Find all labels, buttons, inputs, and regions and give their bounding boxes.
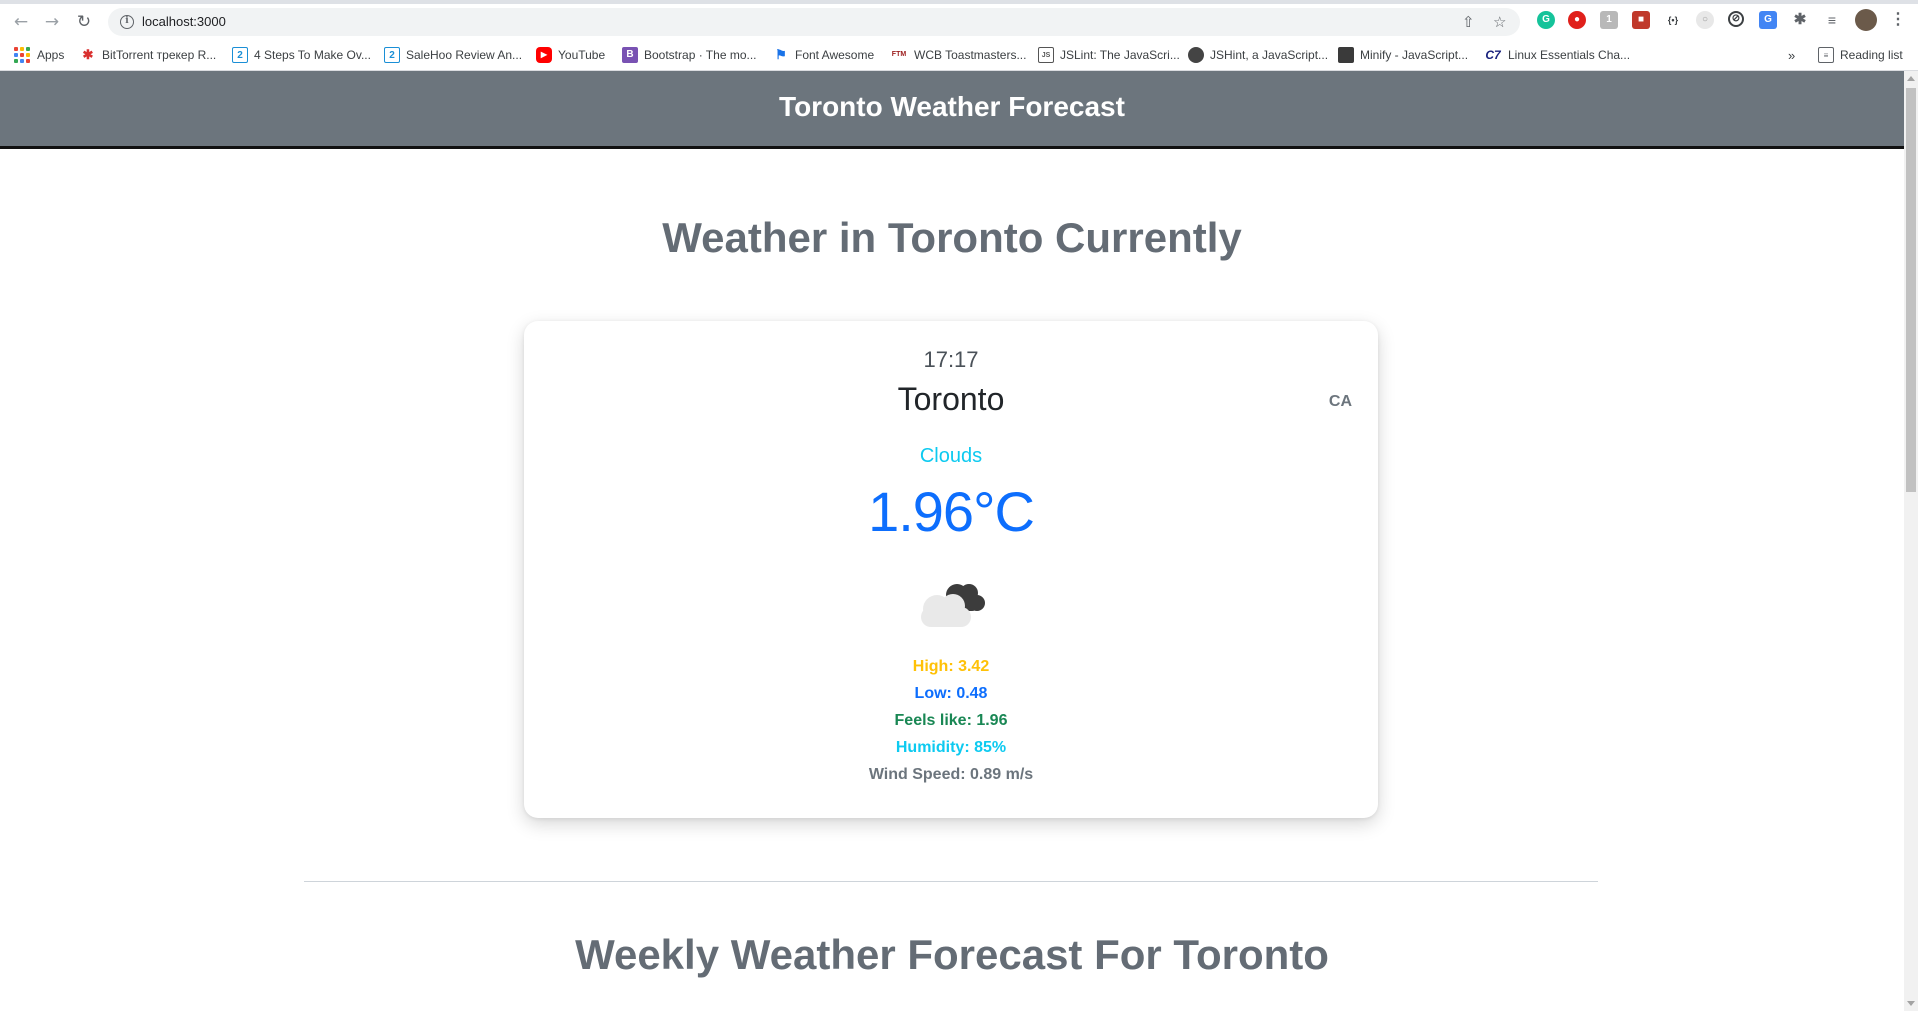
bookmark-youtube[interactable]: ▶ YouTube [536, 44, 605, 66]
current-weather-heading: Weather in Toronto Currently [662, 214, 1242, 261]
temperature: 1.96°C [868, 480, 1035, 543]
bookmark-label: 4 Steps To Make Ov... [254, 48, 371, 62]
minify-icon [1338, 47, 1354, 63]
bookmark-label: Bootstrap · The mo... [644, 48, 757, 62]
c7-icon: C7 [1485, 48, 1501, 62]
extensions-puzzle-icon[interactable]: ✱ [1791, 11, 1809, 29]
current-weather-card: 17:17 Toronto CA Clouds 1.96°C High: 3.4… [524, 321, 1378, 818]
temp-low: Low: 0.48 [914, 685, 988, 702]
bookmark-label: BitTorrent трекер R... [102, 48, 217, 62]
bookmark-label: Apps [37, 48, 65, 62]
extension-circle-icon[interactable]: ⊘ [1728, 11, 1744, 27]
extension-gray-icon[interactable]: ○ [1696, 11, 1714, 29]
more-bookmarks-button[interactable]: » [1788, 44, 1795, 66]
scroll-down-arrow-icon[interactable] [1907, 1001, 1915, 1006]
bookmark-label: JSHint, a JavaScript... [1210, 48, 1329, 62]
scrollbar-thumb[interactable] [1906, 88, 1916, 492]
bookmark-wcb[interactable]: FTM WCB Toastmasters... [890, 44, 1027, 66]
scroll-up-arrow-icon[interactable] [1907, 76, 1915, 81]
humidity: Humidity: 85% [895, 739, 1007, 756]
navbar: Toronto Weather Forecast [0, 71, 1904, 149]
extension-icon[interactable]: 1 [1600, 11, 1618, 29]
bookmark-jshint[interactable]: JSHint, a JavaScript... [1188, 44, 1328, 66]
profile-avatar[interactable] [1855, 9, 1877, 31]
adblock-icon[interactable]: ● [1568, 11, 1586, 29]
youtube-icon: ▶ [536, 47, 552, 63]
bookmark-jslint[interactable]: JS JSLint: The JavaScri... [1038, 44, 1180, 66]
bookmark-label: Font Awesome [795, 48, 875, 62]
reading-list-label: Reading list [1840, 48, 1903, 62]
bookmark-label: Linux Essentials Cha... [1508, 48, 1631, 62]
bookmark-label: SaleHoo Review An... [406, 48, 523, 62]
browser-chrome: ← → ↻ i localhost:3000 ⇧ ☆ G ● 1 ■ {•} ○… [0, 0, 1918, 71]
bookmark-minify[interactable]: Minify - JavaScript... [1338, 44, 1468, 66]
reading-list-button[interactable]: ≡ Reading list [1818, 44, 1903, 66]
bookmark-4-steps[interactable]: 2 4 Steps To Make Ov... [232, 44, 371, 66]
page-scrollbar[interactable] [1904, 71, 1918, 1011]
bootstrap-icon: B [622, 47, 638, 63]
reading-list-icon: ≡ [1818, 47, 1834, 63]
bookmark-2-icon: 2 [384, 47, 400, 63]
bittorrent-icon: ✱ [82, 47, 94, 62]
bookmark-2-icon: 2 [232, 47, 248, 63]
weekly-forecast-heading: Weekly Weather Forecast For Toronto [575, 931, 1329, 978]
flag-icon: ⚑ [775, 47, 787, 62]
extension-red-icon[interactable]: ■ [1632, 11, 1650, 29]
bookmark-bootstrap[interactable]: B Bootstrap · The mo... [622, 44, 757, 66]
bookmark-star-icon[interactable]: ☆ [1493, 13, 1506, 31]
bookmark-bittorrent[interactable]: ✱ BitTorrent трекер R... [80, 44, 217, 66]
temp-high: High: 3.42 [912, 658, 990, 675]
broken-clouds-icon [921, 584, 985, 627]
grammarly-icon[interactable]: G [1537, 11, 1555, 29]
site-info-icon[interactable]: i [120, 15, 134, 29]
feels-like: Feels like: 1.96 [894, 712, 1008, 729]
bookmark-apps[interactable]: Apps [14, 44, 64, 66]
local-time: 17:17 [923, 347, 979, 372]
bookmark-label: YouTube [558, 48, 606, 62]
back-button[interactable]: ← [9, 10, 33, 34]
ftm-icon: FTM [891, 51, 907, 58]
browser-menu-icon[interactable]: ⋮ [1889, 11, 1907, 29]
bookmark-font-awesome[interactable]: ⚑ Font Awesome [773, 44, 874, 66]
apps-grid-icon [14, 47, 30, 63]
address-bar[interactable]: i localhost:3000 ⇧ ☆ [108, 8, 1520, 36]
bookmark-label: JSLint: The JavaScri... [1060, 48, 1180, 62]
share-icon[interactable]: ⇧ [1462, 13, 1475, 31]
weather-page: Toronto Weather Forecast Weather in Toro… [0, 71, 1904, 1011]
reload-button[interactable]: ↻ [72, 10, 96, 34]
bookmark-label: Minify - JavaScript... [1360, 48, 1469, 62]
bookmark-salehoo[interactable]: 2 SaleHoo Review An... [384, 44, 522, 66]
country-code: CA [1328, 393, 1352, 410]
weather-description: Clouds [919, 445, 983, 467]
url-text[interactable]: localhost:3000 [142, 14, 226, 29]
wind-speed: Wind Speed: 0.89 m/s [868, 766, 1034, 783]
jshint-icon [1188, 47, 1204, 63]
jslint-icon: JS [1038, 47, 1054, 63]
translate-icon[interactable]: G [1759, 11, 1777, 29]
site-title: Toronto Weather Forecast [779, 91, 1125, 122]
media-controls-icon[interactable]: ≡ [1823, 11, 1841, 29]
json-viewer-icon[interactable]: {•} [1664, 11, 1682, 29]
bookmark-linux-essentials[interactable]: C7 Linux Essentials Cha... [1484, 44, 1630, 66]
city-name: Toronto [897, 381, 1005, 417]
forward-button[interactable]: → [40, 10, 64, 34]
bookmarks-bar: Apps ✱ BitTorrent трекер R... 2 4 Steps … [0, 40, 1918, 70]
section-divider [304, 881, 1598, 882]
tab-strip [0, 0, 1918, 4]
bookmark-label: WCB Toastmasters... [914, 48, 1027, 62]
